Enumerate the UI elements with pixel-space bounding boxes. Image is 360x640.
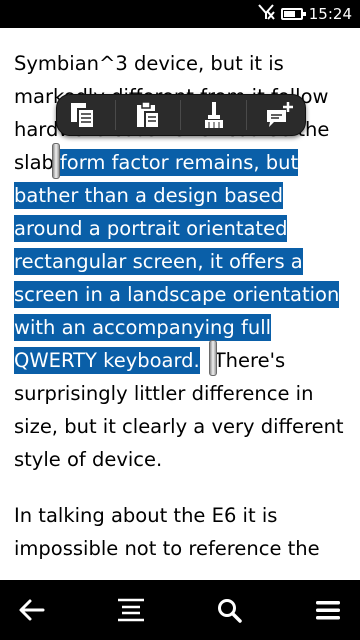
text-line: size, but it clearly a very different xyxy=(14,415,344,438)
text-line: surprisingly littler difference in xyxy=(14,382,314,405)
selected-text[interactable]: bather than a design based xyxy=(14,182,283,209)
text-line: bather than a design based xyxy=(14,179,354,212)
text-line: Symbian^3 device, but it is xyxy=(14,52,284,75)
brush-icon xyxy=(204,102,223,128)
paste-icon xyxy=(137,101,161,129)
text-line: screen in a landscape orientation xyxy=(14,278,354,311)
text-line: around a portrait orientated xyxy=(14,212,354,245)
contents-button[interactable] xyxy=(113,592,149,628)
text-run: slab xyxy=(14,151,54,174)
no-signal-icon xyxy=(257,4,275,24)
text-line: In talking about the E6 it is xyxy=(14,504,278,527)
selected-text[interactable]: form factor remains, but xyxy=(53,149,299,176)
toolbar-divider xyxy=(115,100,117,130)
brush-button[interactable] xyxy=(194,97,234,133)
search-button[interactable] xyxy=(211,592,247,628)
status-time: 15:24 xyxy=(308,5,352,23)
text-line: impossible not to reference the xyxy=(14,537,320,560)
context-toolbar xyxy=(56,94,306,136)
back-arrow-icon xyxy=(19,599,45,621)
text-line: rectangular screen, it offers a xyxy=(14,245,354,278)
selection-start-handle[interactable] xyxy=(52,143,60,179)
selected-text[interactable]: around a portrait orientated xyxy=(14,215,288,242)
back-button[interactable] xyxy=(14,592,50,628)
text-line: QWERTY keyboard. There's xyxy=(14,344,354,377)
copy-button[interactable] xyxy=(63,97,103,133)
toolbar-divider xyxy=(245,100,247,130)
text-line: with an accompanying full xyxy=(14,311,354,344)
search-icon xyxy=(218,599,243,623)
selected-text[interactable]: with an accompanying full xyxy=(14,314,272,341)
selected-text[interactable]: screen in a landscape orientation xyxy=(14,281,340,308)
add-note-button[interactable] xyxy=(259,97,299,133)
menu-icon xyxy=(315,601,340,620)
toolbar-divider xyxy=(180,100,182,130)
status-bar: 15:24 xyxy=(0,0,360,28)
bottom-toolbar xyxy=(0,580,360,640)
list-icon xyxy=(117,598,144,622)
add-note-icon xyxy=(266,102,293,127)
battery-level xyxy=(283,11,295,17)
selected-text[interactable]: rectangular screen, it offers a xyxy=(14,248,303,275)
selection-end-handle[interactable] xyxy=(209,340,217,376)
text-line: style of device. xyxy=(14,448,163,471)
status-icons: 15:24 xyxy=(257,4,352,24)
text-line: slab form factor remains, but xyxy=(14,146,354,179)
battery-icon xyxy=(280,8,306,20)
copy-icon xyxy=(71,103,96,129)
paste-button[interactable] xyxy=(128,97,168,133)
paragraph-2[interactable]: In talking about the E6 it is impossible… xyxy=(14,499,354,565)
selected-text[interactable]: QWERTY keyboard. xyxy=(14,347,200,374)
options-menu-button[interactable] xyxy=(310,592,346,628)
